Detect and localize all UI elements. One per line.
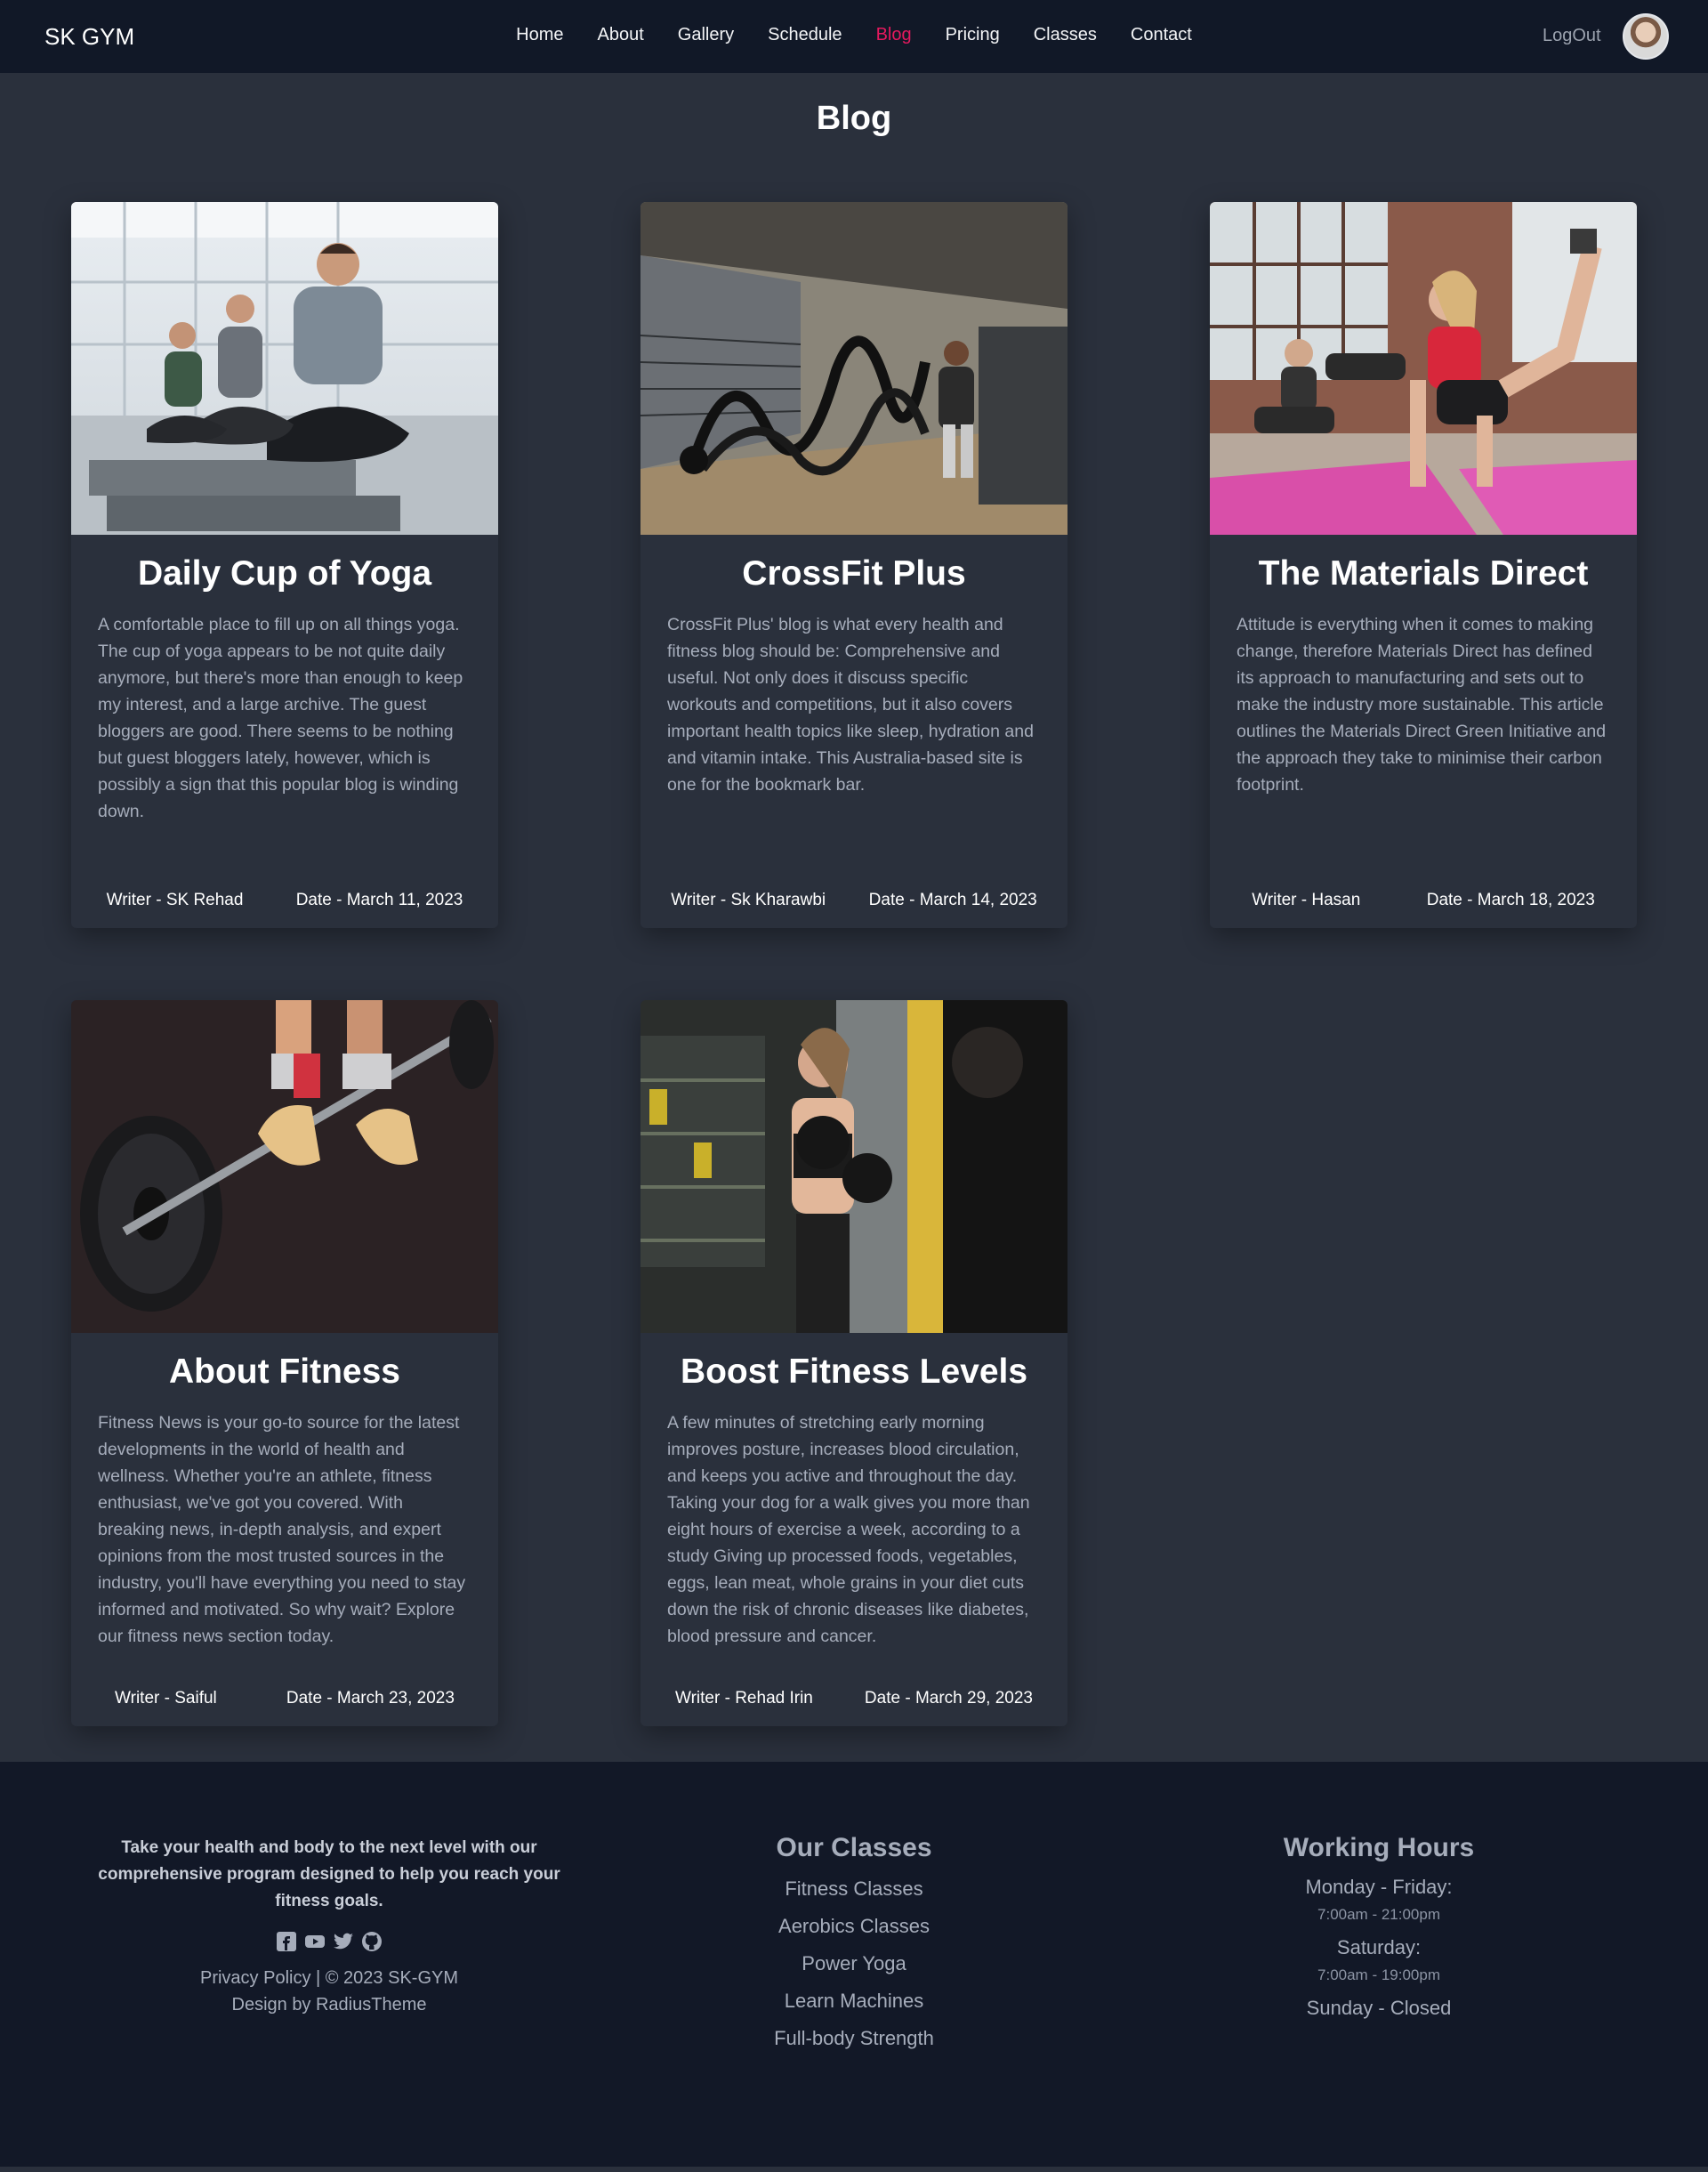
design-credit-line: Design by RadiusTheme xyxy=(231,1995,427,2015)
card-meta: Writer - Hasan Date - March 18, 2023 xyxy=(1210,891,1637,910)
footer-hours: Working Hours Monday - Friday: 7:00am - … xyxy=(1201,1833,1557,2020)
nav-link-classes[interactable]: Classes xyxy=(1017,25,1114,45)
card-writer: Writer - Hasan xyxy=(1252,891,1361,909)
weekday-label: Monday - Friday: xyxy=(1305,1876,1453,1898)
youtube-icon[interactable] xyxy=(304,1931,326,1952)
card-writer: Writer - SK Rehad xyxy=(106,891,244,909)
card-meta: Writer - SK Rehad Date - March 11, 2023 xyxy=(71,891,498,910)
nav-link-blog[interactable]: Blog xyxy=(859,25,929,45)
card-description: A few minutes of stretching early mornin… xyxy=(667,1413,1030,1646)
social-links xyxy=(89,1931,569,1952)
blog-card: Boost Fitness Levels A few minutes of st… xyxy=(640,1000,1068,1726)
top-navbar: SK GYM Home About Gallery Schedule Blog … xyxy=(0,0,1708,73)
github-icon[interactable] xyxy=(361,1931,383,1952)
blog-card: CrossFit Plus CrossFit Plus' blog is wha… xyxy=(640,202,1068,928)
card-meta: Writer - Rehad Irin Date - March 29, 202… xyxy=(640,1689,1068,1708)
nav-link-about[interactable]: About xyxy=(581,25,661,45)
blog-card: The Materials Direct Attitude is everyth… xyxy=(1210,202,1637,928)
footer-classes-heading: Our Classes xyxy=(776,1833,932,1862)
footer-class-link[interactable]: Full-body Strength xyxy=(676,2027,1032,2050)
footer-class-link[interactable]: Learn Machines xyxy=(676,1990,1032,2013)
logout-button[interactable]: LogOut xyxy=(1543,26,1601,46)
card-title: Daily Cup of Yoga xyxy=(137,554,432,593)
blog-card: Daily Cup of Yoga A comfortable place to… xyxy=(71,202,498,928)
saturday-time: 7:00am - 19:00pm xyxy=(1317,1966,1440,1983)
main-menu: Home About Gallery Schedule Blog Pricing… xyxy=(0,25,1708,45)
card-date: Date - March 18, 2023 xyxy=(1426,891,1595,909)
saturday-label: Saturday: xyxy=(1336,1936,1422,1958)
mat-exercise-photo xyxy=(1210,202,1637,535)
nav-link-gallery[interactable]: Gallery xyxy=(661,25,751,45)
footer-class-link[interactable]: Power Yoga xyxy=(676,1952,1032,1975)
twitter-icon[interactable] xyxy=(333,1931,354,1952)
card-title: The Materials Direct xyxy=(1258,554,1589,593)
battle-ropes-photo xyxy=(640,202,1068,535)
card-writer: Writer - Saiful xyxy=(115,1689,217,1708)
nav-link-contact[interactable]: Contact xyxy=(1114,25,1209,45)
card-title: About Fitness xyxy=(169,1352,400,1391)
card-description: CrossFit Plus' blog is what every health… xyxy=(667,615,1034,795)
footer-class-link[interactable]: Fitness Classes xyxy=(676,1877,1032,1901)
card-date: Date - March 23, 2023 xyxy=(286,1689,455,1708)
card-meta: Writer - Saiful Date - March 23, 2023 xyxy=(71,1689,498,1708)
weekday-time: 7:00am - 21:00pm xyxy=(1317,1906,1440,1923)
card-writer: Writer - Rehad Irin xyxy=(675,1689,813,1708)
privacy-copyright-line[interactable]: Privacy Policy | © 2023 SK-GYM xyxy=(89,1965,569,1991)
card-writer: Writer - Sk Kharawbi xyxy=(671,891,826,909)
blog-card: About Fitness Fitness News is your go-to… xyxy=(71,1000,498,1726)
user-avatar[interactable] xyxy=(1623,13,1669,60)
card-date: Date - March 29, 2023 xyxy=(864,1689,1033,1708)
footer-class-link[interactable]: Aerobics Classes xyxy=(676,1915,1032,1938)
facebook-icon[interactable] xyxy=(276,1931,297,1952)
nav-link-home[interactable]: Home xyxy=(499,25,580,45)
barbell-deadlift-photo xyxy=(71,1000,498,1333)
footer-hours-heading: Working Hours xyxy=(1283,1833,1475,1862)
nav-link-pricing[interactable]: Pricing xyxy=(929,25,1017,45)
sunday-label: Sunday - Closed xyxy=(1306,1997,1452,2019)
card-description: Fitness News is your go-to source for th… xyxy=(98,1413,466,1646)
card-title: CrossFit Plus xyxy=(742,554,966,593)
footer-about: Take your health and body to the next le… xyxy=(89,1835,569,2018)
card-date: Date - March 11, 2023 xyxy=(295,891,463,909)
card-description: A comfortable place to fill up on all th… xyxy=(98,615,463,821)
nav-link-schedule[interactable]: Schedule xyxy=(751,25,858,45)
footer-classes-list: Fitness Classes Aerobics Classes Power Y… xyxy=(676,1877,1032,2050)
card-meta: Writer - Sk Kharawbi Date - March 14, 20… xyxy=(640,891,1068,910)
footer-classes: Our Classes Fitness Classes Aerobics Cla… xyxy=(676,1833,1032,2050)
footer-legal: Privacy Policy | © 2023 SK-GYM Design by… xyxy=(89,1965,569,2018)
card-description: Attitude is everything when it comes to … xyxy=(1237,615,1607,795)
yoga-class-photo xyxy=(71,202,498,535)
boxing-training-photo xyxy=(640,1000,1068,1333)
footer-tagline: Take your health and body to the next le… xyxy=(98,1838,560,1910)
site-footer: Take your health and body to the next le… xyxy=(0,1762,1708,2167)
card-title: Boost Fitness Levels xyxy=(680,1352,1028,1391)
card-date: Date - March 14, 2023 xyxy=(868,891,1037,909)
page-title: Blog xyxy=(816,100,892,137)
